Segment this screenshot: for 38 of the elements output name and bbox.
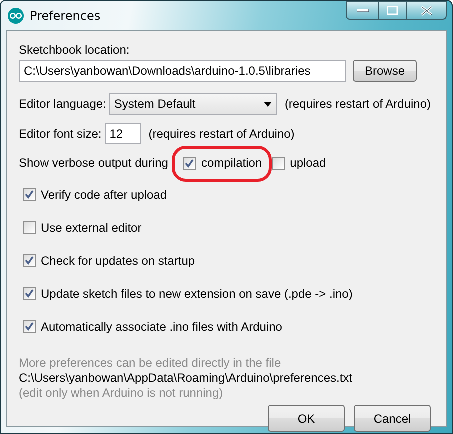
ok-button[interactable]: OK <box>268 405 345 432</box>
checkbox[interactable] <box>183 156 196 170</box>
checkbox-label: Update sketch files to new extension on save (.pde -> .ino) <box>41 286 353 300</box>
checkbox-label: Automatically associate .ino files with Arduino <box>41 320 282 334</box>
checkbox[interactable] <box>23 188 36 201</box>
close-button[interactable] <box>407 1 447 20</box>
restart-note: (requires restart of Arduino) <box>284 97 431 111</box>
file-path: C:\Users\yanbowan\AppData\Roaming\Arduino\preferences.txt <box>19 371 354 386</box>
info-text: (edit only when Arduino is not running) <box>19 386 224 401</box>
close-icon <box>420 6 432 16</box>
minimize-icon <box>356 8 368 12</box>
path-field[interactable]: C:\Users\yanbowan\Downloads\arduino-1.0.5\libraries <box>19 60 346 82</box>
font-size-field[interactable]: 12 <box>104 123 141 144</box>
checkbox-label: upload <box>290 156 326 170</box>
field-label: Sketchbook location: <box>19 43 131 57</box>
checkbox[interactable] <box>272 156 286 170</box>
logo-icon <box>8 8 24 24</box>
checkbox[interactable] <box>23 221 36 234</box>
checkbox-label: Check for updates on startup <box>41 254 196 268</box>
checkbox[interactable] <box>23 254 36 267</box>
checkbox[interactable] <box>23 320 36 333</box>
window-title: Preferences <box>30 8 101 22</box>
restart-note: (requires restart of Arduino) <box>148 126 295 140</box>
field-label: Editor font size: <box>19 126 102 140</box>
cancel-button[interactable]: Cancel <box>354 405 431 432</box>
maximize-icon <box>387 6 398 15</box>
verbose-label: Show verbose output during <box>19 156 168 170</box>
language-dropdown[interactable]: System Default <box>109 93 277 115</box>
caret-icon <box>264 102 272 106</box>
minimize-button[interactable] <box>346 1 379 20</box>
checkbox-label: Use external editor <box>41 220 142 234</box>
info-text: More preferences can be edited directly in the file <box>19 356 282 371</box>
maximize-button[interactable] <box>379 1 407 20</box>
checkbox[interactable] <box>23 287 36 300</box>
browse-button[interactable]: Browse <box>353 60 417 82</box>
checkbox-label: Verify code after upload <box>41 188 168 202</box>
field-label: Editor language: <box>19 97 106 111</box>
checkbox-label: compilation <box>201 156 262 170</box>
